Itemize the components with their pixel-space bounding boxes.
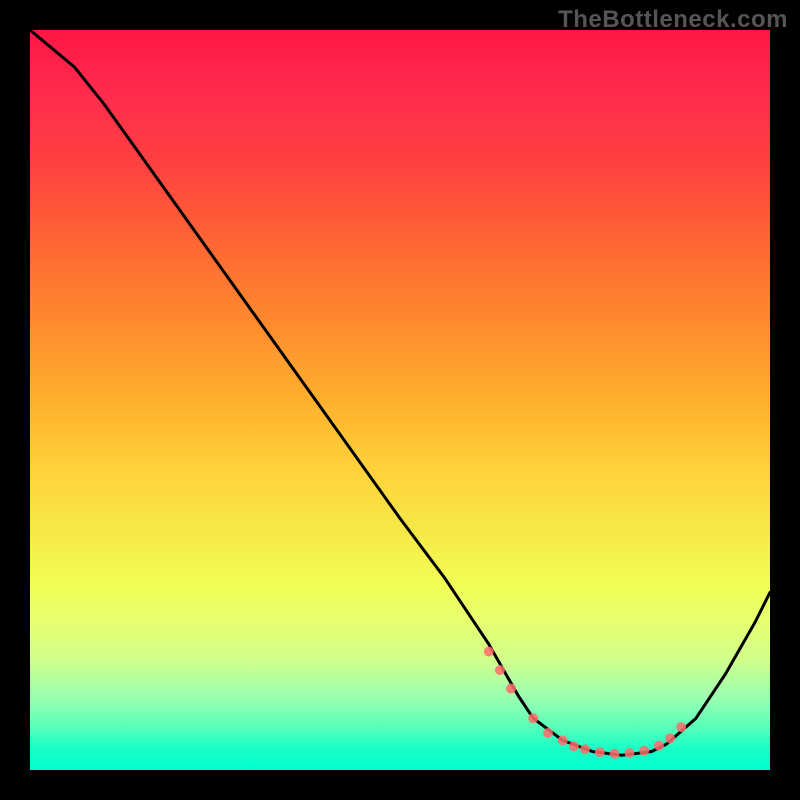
curve-marker-dot (676, 722, 686, 732)
curve-marker-dot (624, 748, 634, 758)
curve-marker-dot (569, 741, 579, 751)
curve-marker-dot (595, 747, 605, 757)
curve-marker-dot (610, 749, 620, 759)
bottleneck-curve (30, 30, 770, 755)
curve-markers (484, 647, 686, 759)
chart-svg (30, 30, 770, 770)
curve-marker-dot (495, 665, 505, 675)
plot-area (30, 30, 770, 770)
curve-marker-dot (665, 733, 675, 743)
curve-marker-dot (528, 713, 538, 723)
curve-marker-dot (506, 684, 516, 694)
curve-marker-dot (543, 728, 553, 738)
curve-marker-dot (484, 647, 494, 657)
curve-marker-dot (654, 741, 664, 751)
curve-marker-dot (639, 746, 649, 756)
chart-stage: TheBottleneck.com (0, 0, 800, 800)
curve-marker-dot (580, 744, 590, 754)
curve-marker-dot (558, 735, 568, 745)
